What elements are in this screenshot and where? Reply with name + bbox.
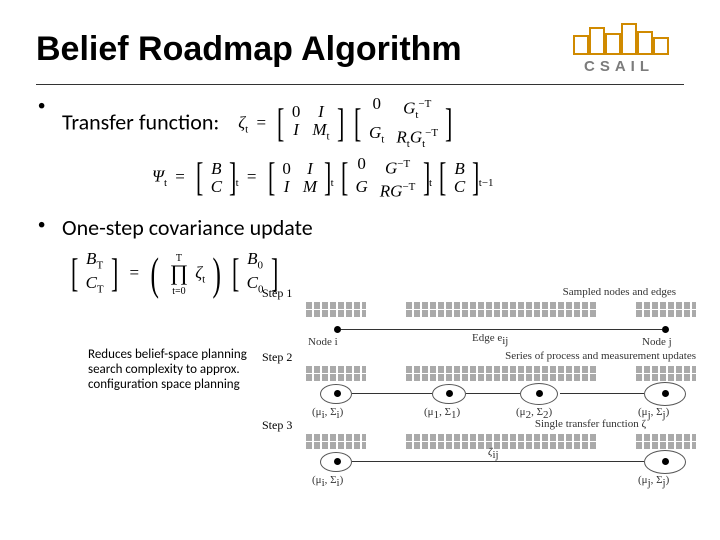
bullet-1-text: Transfer function: bbox=[62, 108, 219, 135]
diagram-step-1: Step 1 Sampled nodes and edges Node i Ed… bbox=[306, 302, 706, 316]
bullet-transfer-function: Transfer function: ζt = [ 0I I Mt ] [ bbox=[36, 95, 684, 200]
equation-zeta: ζt = [ 0I I Mt ] [ 0 Gt−T Gt bbox=[238, 95, 455, 153]
slide-title: Belief Roadmap Algorithm bbox=[36, 30, 462, 69]
diagram-step-2: Step 2 Series of process and measurement… bbox=[306, 366, 706, 380]
steps-diagram: Step 1 Sampled nodes and edges Node i Ed… bbox=[306, 302, 706, 484]
bullet-2-text: One-step covariance update bbox=[62, 214, 313, 241]
diagram-step-3: Step 3 Single transfer function ζ (μi, Σ… bbox=[306, 434, 706, 448]
csail-logo: CSAIL bbox=[554, 20, 684, 78]
equation-psi: Ψt = [ B C ]t = [ 0I IM ] bbox=[152, 155, 684, 200]
title-rule bbox=[36, 84, 684, 85]
logo-text: CSAIL bbox=[554, 58, 684, 75]
